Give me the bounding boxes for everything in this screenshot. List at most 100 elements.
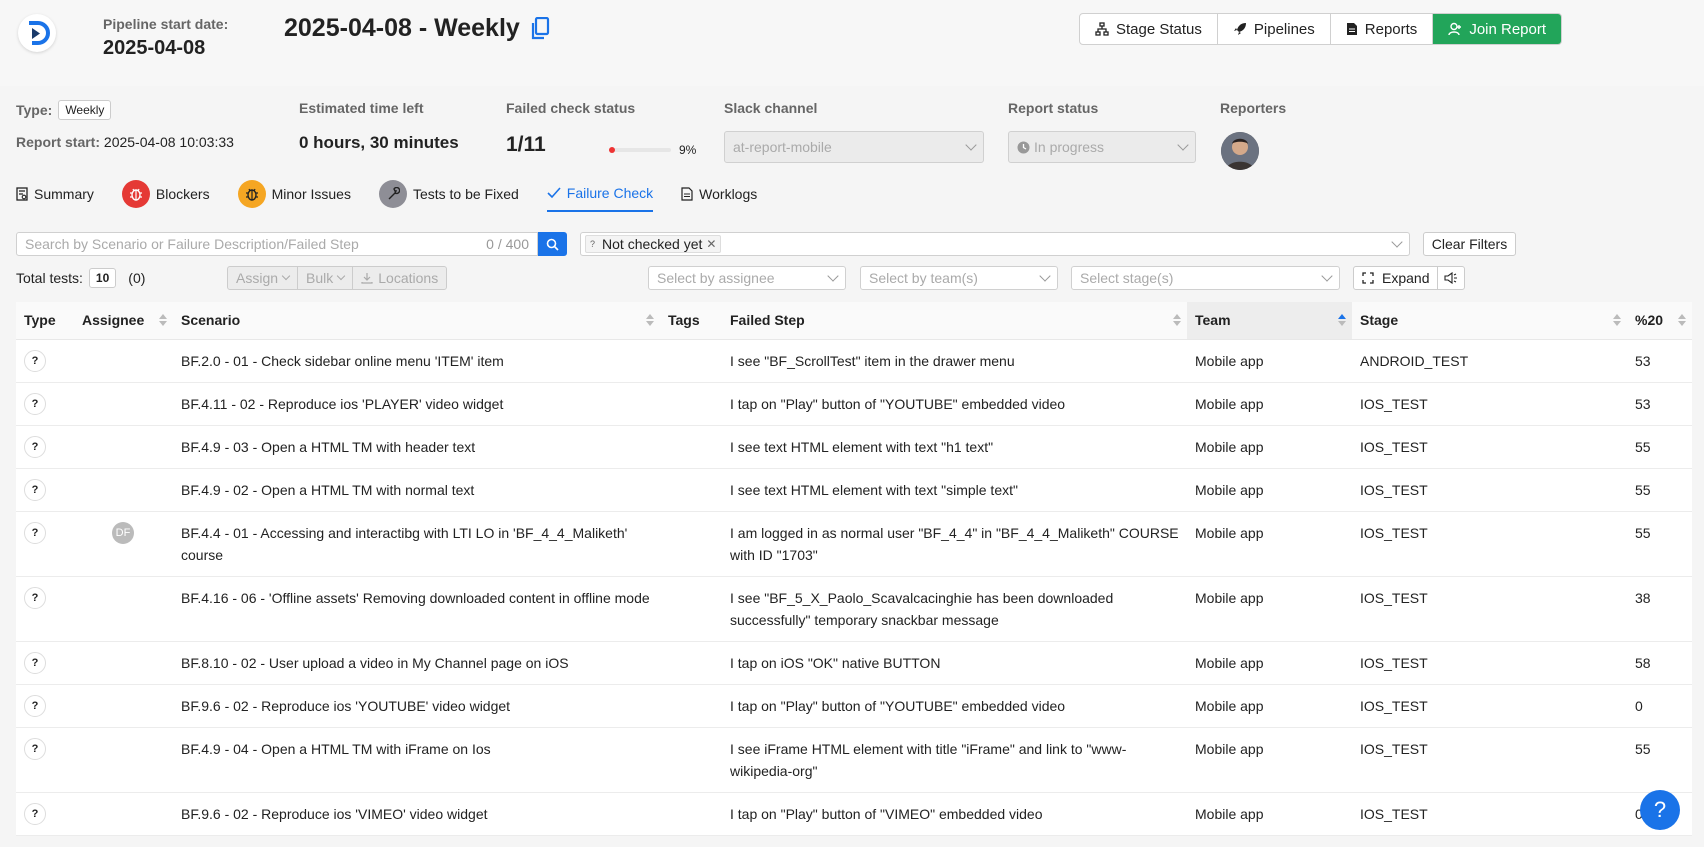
pct-cell: 55	[1627, 511, 1692, 577]
stage-cell: IOS_TEST	[1352, 727, 1627, 793]
pct-cell: 53	[1627, 382, 1692, 426]
report-start-row: Report start: 2025-04-08 10:03:33	[16, 134, 234, 150]
reports-button[interactable]: Reports	[1331, 14, 1434, 44]
slack-channel-select[interactable]: at-report-mobile	[724, 131, 984, 163]
reports-label: Reports	[1364, 20, 1418, 38]
type-cell: ?	[16, 468, 74, 512]
failed-step-cell: I see text HTML element with text "simpl…	[722, 468, 1187, 512]
report-status-select[interactable]: In progress	[1008, 131, 1196, 163]
estimated-value: 0 hours, 30 minutes	[299, 133, 459, 152]
col-scenario[interactable]: Scenario	[173, 302, 660, 340]
question-icon[interactable]: ?	[24, 392, 46, 415]
scenario-cell: BF.4.11 - 02 - Reproduce ios 'PLAYER' vi…	[173, 382, 660, 426]
tab-tests-to-be-fixed[interactable]: Tests to be Fixed	[378, 176, 519, 212]
page-title: 2025-04-08 - Weekly	[284, 14, 520, 42]
locations-button[interactable]: Locations	[353, 267, 446, 289]
col-stage[interactable]: Stage	[1352, 302, 1627, 340]
tab-failure-check[interactable]: Failure Check	[546, 176, 654, 212]
chip-close-icon[interactable]: ✕	[706, 237, 716, 251]
table-row[interactable]: ? BF.4.9 - 03 - Open a HTML TM with heade…	[16, 425, 1692, 469]
report-status-value: In progress	[1034, 139, 1105, 155]
scenario-cell: BF.9.6 - 02 - Reproduce ios 'YOUTUBE' vi…	[173, 684, 660, 728]
type-cell: ?	[16, 511, 74, 577]
document-icon	[681, 187, 693, 201]
assignee-cell	[74, 576, 173, 642]
failure-table: Type Assignee Scenario Tags Failed Step …	[16, 302, 1692, 836]
team-cell: Mobile app	[1187, 511, 1352, 577]
avatar[interactable]: DF	[112, 521, 134, 544]
stage-status-button[interactable]: Stage Status	[1080, 14, 1218, 44]
page-title-row: 2025-04-08 - Weekly	[284, 14, 550, 43]
avatar-photo	[1221, 132, 1259, 170]
chevron-down-icon	[1039, 270, 1051, 282]
table-row[interactable]: ? BF.9.6 - 02 - Reproduce ios 'YOUTUBE' v…	[16, 684, 1692, 728]
col-assignee[interactable]: Assignee	[74, 302, 173, 340]
table-row[interactable]: ? BF.4.9 - 02 - Open a HTML TM with norma…	[16, 468, 1692, 512]
type-value: Weekly	[58, 100, 112, 120]
expand-button[interactable]: Expand	[1354, 267, 1439, 289]
col-type: Type	[16, 302, 74, 340]
team-cell: Mobile app	[1187, 684, 1352, 728]
help-button[interactable]: ?	[1640, 790, 1680, 830]
bug-glyph	[245, 188, 258, 201]
pct-cell: 58	[1627, 641, 1692, 685]
type-cell: ?	[16, 382, 74, 426]
tags-cell	[660, 339, 722, 383]
tags-cell	[660, 468, 722, 512]
question-icon[interactable]: ?	[24, 478, 46, 501]
question-icon[interactable]: ?	[24, 586, 46, 609]
assignee-select[interactable]: Select by assignee	[648, 266, 846, 290]
stage-cell: IOS_TEST	[1352, 576, 1627, 642]
failed-step-cell: I see iFrame HTML element with title "iF…	[722, 727, 1187, 793]
bulk-button[interactable]: Bulk	[298, 267, 354, 289]
table-row[interactable]: ? BF.9.6 - 02 - Reproduce ios 'VIMEO' vid…	[16, 792, 1692, 836]
report-status-label: Report status	[1008, 100, 1099, 116]
copy-icon[interactable]	[530, 16, 550, 41]
stage-select[interactable]: Select stage(s)	[1071, 266, 1340, 290]
tab-minor-issues[interactable]: Minor Issues	[237, 176, 351, 212]
stage-cell: IOS_TEST	[1352, 684, 1627, 728]
team-select[interactable]: Select by team(s)	[860, 266, 1058, 290]
status-filter-select[interactable]: ? Not checked yet ✕	[580, 232, 1410, 256]
assignee-cell: DF	[74, 511, 173, 577]
search-placeholder: Search by Scenario or Failure Descriptio…	[25, 236, 359, 252]
table-row[interactable]: ? BF.4.9 - 04 - Open a HTML TM with iFram…	[16, 727, 1692, 793]
search-button[interactable]	[538, 232, 567, 256]
question-icon[interactable]: ?	[24, 435, 46, 458]
search-input[interactable]: Search by Scenario or Failure Descriptio…	[16, 232, 538, 256]
assign-button[interactable]: Assign	[228, 267, 299, 289]
team-placeholder: Select by team(s)	[869, 270, 978, 286]
question-icon[interactable]: ?	[24, 349, 46, 372]
question-icon[interactable]: ?	[24, 802, 46, 825]
col-failed-step-label: Failed Step	[730, 312, 805, 329]
type-cell: ?	[16, 339, 74, 383]
tab-summary[interactable]: Summary	[16, 176, 94, 212]
question-icon[interactable]: ?	[24, 737, 46, 760]
table-row[interactable]: ? BF.8.10 - 02 - User upload a video in M…	[16, 641, 1692, 685]
app-logo[interactable]	[18, 14, 56, 52]
sound-button[interactable]	[1438, 267, 1464, 289]
col-team[interactable]: Team	[1187, 302, 1352, 340]
pct-cell: 0	[1627, 684, 1692, 728]
failed-check-progress: 9%	[609, 143, 696, 157]
join-report-button[interactable]: Join Report	[1433, 14, 1562, 44]
tab-blockers[interactable]: Blockers	[121, 176, 210, 212]
chevron-down-icon	[337, 271, 346, 281]
pipelines-button[interactable]: Pipelines	[1218, 14, 1331, 44]
reporter-avatar[interactable]	[1221, 132, 1259, 170]
failed-step-cell: I tap on iOS "OK" native BUTTON	[722, 641, 1187, 685]
clear-filters-button[interactable]: Clear Filters	[1423, 232, 1516, 256]
tab-worklogs[interactable]: Worklogs	[681, 176, 757, 212]
table-row[interactable]: ? BF.4.11 - 02 - Reproduce ios 'PLAYER' v…	[16, 382, 1692, 426]
table-row[interactable]: ? BF.4.16 - 06 - 'Offline assets' Removin…	[16, 576, 1692, 642]
question-icon[interactable]: ?	[24, 694, 46, 717]
total-tests-value: 10	[88, 268, 117, 288]
question-icon[interactable]: ?	[24, 651, 46, 674]
slack-label: Slack channel	[724, 100, 818, 116]
col-failed-step[interactable]: Failed Step	[722, 302, 1187, 340]
type-cell: ?	[16, 792, 74, 836]
question-icon[interactable]: ?	[24, 521, 46, 544]
table-row[interactable]: ? BF.2.0 - 01 - Check sidebar online menu…	[16, 339, 1692, 383]
table-row[interactable]: ? DF BF.4.4 - 01 - Accessing and interacti…	[16, 511, 1692, 577]
col-pct[interactable]: %20	[1627, 302, 1692, 340]
